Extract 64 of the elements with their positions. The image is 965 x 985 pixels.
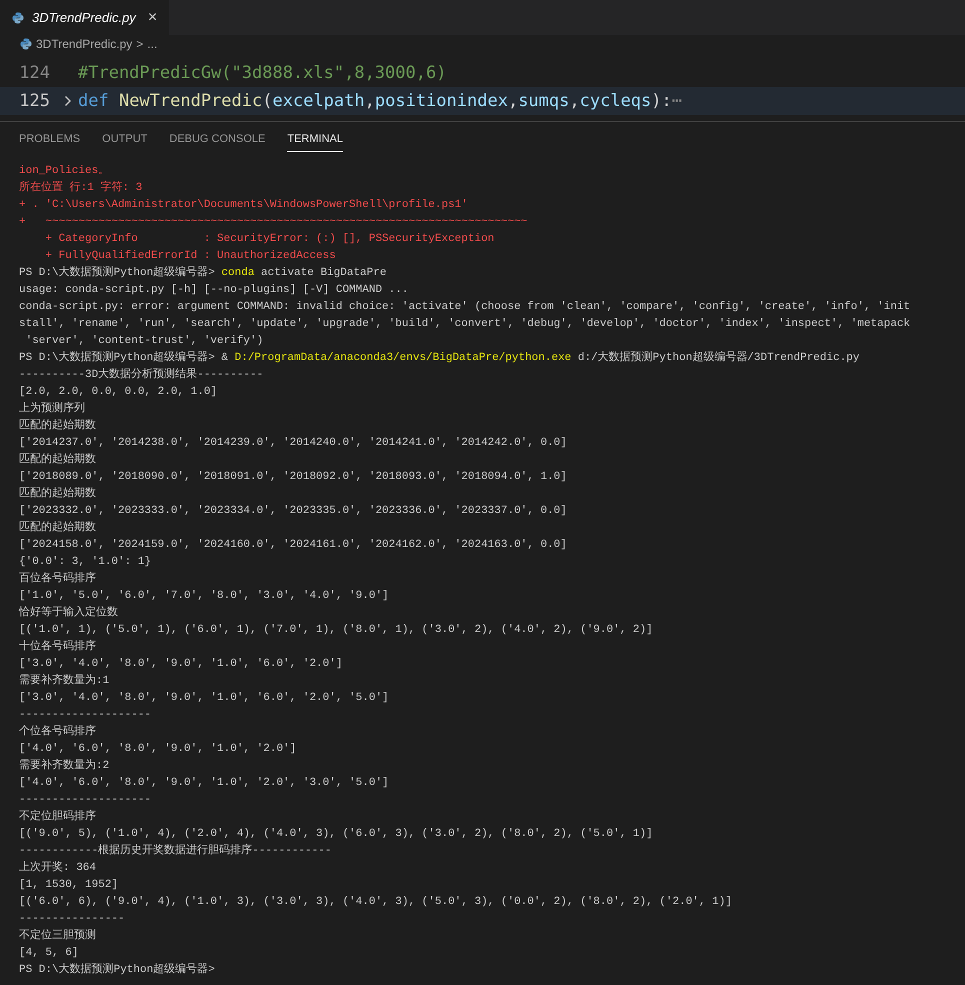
terminal-line: conda-script.py: error: argument COMMAND: invalid choice: 'activate' (choose from 'clean', 'compare', 'config', 'create', 'info', 'init (19, 300, 910, 315)
terminal-line: PS D:\大数据预测Python超级编号器> & D:/ProgramData/anaconda3/envs/BigDataPre/python.exe d:/大数据预测Python超级编号器/3DTrendPredic.py (19, 350, 860, 366)
terminal-line: ion_Policies。 (19, 164, 110, 179)
terminal-line: ['3.0', '4.0', '8.0', '9.0', '1.0', '6.0', '2.0'] (19, 657, 342, 672)
terminal-line: ---------------- (19, 912, 125, 927)
line-number: 125 (18, 90, 51, 113)
terminal-line: 需要补齐数量为:2 (19, 758, 110, 774)
line-number: 124 (18, 62, 51, 85)
terminal-line: 匹配的起始期数 (19, 452, 96, 468)
python-icon (20, 38, 32, 50)
panel-tab[interactable]: TERMINAL (287, 128, 343, 152)
terminal-line: 匹配的起始期数 (19, 486, 96, 502)
terminal-line: 恰好等于输入定位数 (19, 605, 118, 621)
panel-tab[interactable]: DEBUG CONSOLE (169, 128, 266, 152)
terminal-line: [4, 5, 6] (19, 946, 78, 961)
terminal-line: 个位各号码排序 (19, 724, 96, 740)
breadcrumb-item[interactable]: 3DTrendPredic.py (36, 35, 132, 53)
terminal-line: ['4.0', '6.0', '8.0', '9.0', '1.0', '2.0', '3.0', '5.0'] (19, 776, 389, 791)
terminal-line: ----------3D大数据分析预测结果---------- (19, 367, 264, 383)
close-icon[interactable]: × (148, 6, 158, 30)
terminal-line: + ~~~~~~~~~~~~~~~~~~~~~~~~~~~~~~~~~~~~~~~~~~~~~~~~~~~~~~~~~~~~~~~~~~~~~~~~~ (19, 215, 528, 230)
terminal-line: [('9.0', 5), ('1.0', 4), ('2.0', 4), ('4.0', 3), ('6.0', 3), ('3.0', 2), ('8.0', 2), ('5.0', 1)] (19, 827, 653, 842)
editor-tab[interactable]: 3DTrendPredic.py × (0, 0, 170, 35)
terminal-line: 不定位三胆预测 (19, 928, 96, 944)
terminal-line: 上次开奖: 364 (19, 860, 96, 876)
terminal-line: ['3.0', '4.0', '8.0', '9.0', '1.0', '6.0', '2.0', '5.0'] (19, 691, 389, 706)
terminal-line: -------------------- (19, 708, 152, 723)
terminal-line: stall', 'rename', 'run', 'search', 'update', 'upgrade', 'build', 'convert', 'debug', 'develop', 'doctor', 'index', 'inspect', 'metapack (19, 317, 910, 332)
panel-tab[interactable]: PROBLEMS (19, 128, 80, 152)
terminal-line: ['2018089.0', '2018090.0', '2018091.0', '2018092.0', '2018093.0', '2018094.0', 1.0] (19, 470, 567, 485)
terminal-line: 百位各号码排序 (19, 571, 96, 587)
breadcrumb-item[interactable]: ... (147, 35, 158, 53)
terminal-line: + FullyQualifiedErrorId : UnauthorizedAccess (44, 249, 336, 264)
terminal-line: 上为预测序列 (19, 401, 85, 417)
terminal-line: [('6.0', 6), ('9.0', 4), ('1.0', 3), ('3.0', 3), ('4.0', 3), ('5.0', 3), ('0.0', 2), ('8.0', 2), ('2.0', 1)] (19, 895, 732, 910)
panel-tab[interactable]: OUTPUT (102, 128, 148, 152)
terminal-line: 'server', 'content-trust', 'verify') (24, 334, 264, 349)
terminal-line: [1, 1530, 1952] (19, 878, 118, 893)
terminal-line: [2.0, 2.0, 0.0, 0.0, 2.0, 1.0] (19, 385, 218, 400)
terminal-line: 匹配的起始期数 (19, 520, 96, 536)
breadcrumb-separator: > (136, 36, 144, 53)
terminal-line: PS D:\大数据预测Python超级编号器> conda activate BigDataPre (19, 265, 386, 281)
terminal-line: usage: conda-script.py [-h] [--no-plugins] [-V] COMMAND ... (19, 283, 408, 298)
python-icon (12, 12, 24, 24)
terminal-line: ['4.0', '6.0', '8.0', '9.0', '1.0', '2.0'] (19, 742, 296, 757)
terminal-line: ['2014237.0', '2014238.0', '2014239.0', '2014240.0', '2014241.0', '2014242.0', 0.0] (19, 436, 567, 451)
code-line: #TrendPredicGw("3d888.xls",8,3000,6) (78, 62, 446, 85)
terminal-line: ['2024158.0', '2024159.0', '2024160.0', '2024161.0', '2024162.0', '2024163.0', 0.0] (19, 538, 567, 553)
terminal-line: + CategoryInfo : SecurityError: (:) [], PSSecurityException (44, 232, 494, 247)
terminal-line: ------------根据历史开奖数据进行胆码排序------------ (19, 843, 332, 859)
terminal-line: 所在位置 行:1 字符: 3 (19, 180, 142, 196)
terminal-line: 不定位胆码排序 (19, 809, 96, 825)
terminal-line: 十位各号码排序 (19, 639, 96, 655)
terminal-line: {'0.0': 3, '1.0': 1} (19, 555, 152, 570)
terminal-line: [('1.0', 1), ('5.0', 1), ('6.0', 1), ('7.0', 1), ('8.0', 1), ('3.0', 2), ('4.0', 2), ('9.0', 2)] (19, 623, 653, 638)
chevron-icon[interactable] (64, 95, 72, 107)
code-line: def NewTrendPredic(excelpath,positionindex,sumqs,cycleqs):⋯ (78, 90, 682, 113)
terminal-line: ['1.0', '5.0', '6.0', '7.0', '8.0', '3.0', '4.0', '9.0'] (19, 589, 389, 604)
terminal-line: 匹配的起始期数 (19, 418, 96, 434)
terminal-line: -------------------- (19, 793, 152, 808)
terminal-line: 需要补齐数量为:1 (19, 673, 110, 689)
terminal-line: + . 'C:\Users\Administrator\Documents\WindowsPowerShell\profile.ps1' (19, 198, 468, 213)
terminal-line: ['2023332.0', '2023333.0', '2023334.0', '2023335.0', '2023336.0', '2023337.0', 0.0] (19, 504, 567, 519)
terminal-line: PS D:\大数据预测Python超级编号器> (19, 962, 215, 978)
